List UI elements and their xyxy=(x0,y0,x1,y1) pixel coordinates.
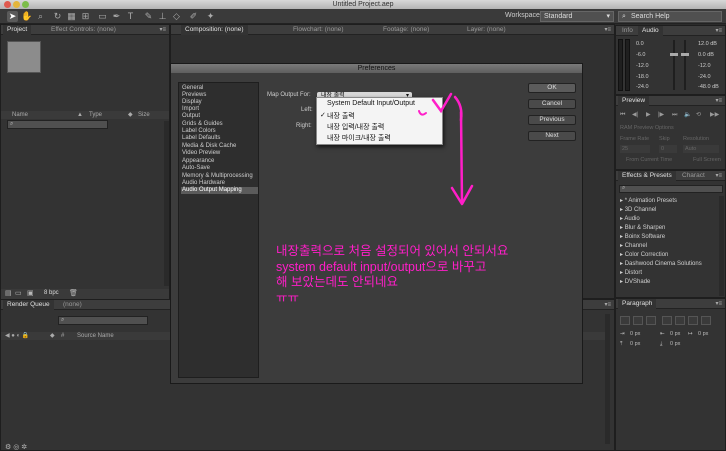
annotation-line: 해 보았는데도 안되네요 xyxy=(276,275,398,289)
user-annotation: 내장출력으로 처음 설정되어 있어서 안되서요 system default i… xyxy=(276,244,508,306)
annotation-line: ㅠㅠ xyxy=(276,290,300,305)
annotation-small-mark xyxy=(418,110,427,116)
annotation-check-mark xyxy=(431,92,453,114)
annotation-line: 내장출력으로 처음 설정되어 있어서 안되서요 xyxy=(276,244,509,258)
annotation-line: system default input/output으로 바꾸고 xyxy=(276,259,487,274)
annotation-arrow-shaft xyxy=(459,110,464,205)
annotation-arrow-marks xyxy=(418,92,474,206)
